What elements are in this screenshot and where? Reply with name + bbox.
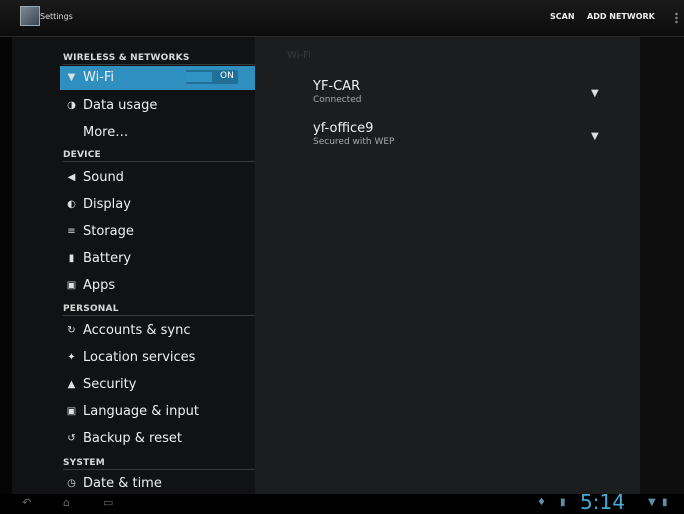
wifi-signal-locked-icon: ▼ — [591, 131, 599, 142]
storage-icon: ≡ — [67, 226, 76, 237]
brightness-icon: ◐ — [67, 199, 76, 210]
data-usage-icon: ◑ — [67, 100, 76, 111]
sidebar-item-accounts-sync[interactable]: ↻ Accounts & sync — [60, 319, 255, 343]
sidebar-item-data-usage[interactable]: ◑ Data usage — [60, 94, 255, 118]
sidebar-item-location-services[interactable]: ✦ Location services — [60, 346, 255, 370]
wifi-status-icon: ▼ — [648, 497, 656, 508]
sidebar-item-more[interactable]: More… — [60, 121, 255, 145]
sidebar-item-label: Storage — [83, 224, 134, 239]
sidebar-item-label: More… — [83, 125, 129, 140]
category-divider — [63, 161, 255, 162]
recent-apps-icon[interactable]: ▭ — [103, 497, 113, 509]
network-ssid: YF-CAR — [313, 79, 361, 94]
home-icon[interactable]: ⌂ — [63, 497, 70, 509]
category-device: DEVICE — [63, 150, 101, 160]
app-title: Settings — [40, 12, 73, 21]
sidebar-item-label: Language & input — [83, 404, 199, 419]
network-ssid: yf-office9 — [313, 121, 374, 136]
network-item-yf-car[interactable]: YF-CAR Connected — [313, 79, 361, 105]
category-system: SYSTEM — [63, 458, 105, 468]
clock: 5:14 — [580, 490, 625, 514]
apps-icon: ▣ — [66, 280, 77, 291]
sidebar-edge — [0, 37, 12, 494]
category-personal: PERSONAL — [63, 304, 119, 314]
battery-status-icon: ▮ — [662, 497, 668, 508]
sidebar-item-label: Apps — [83, 278, 116, 293]
battery-icon: ▮ — [68, 253, 75, 264]
keyboard-icon: ▣ — [66, 406, 77, 417]
settings-app-icon[interactable] — [20, 6, 40, 26]
sidebar-item-backup-reset[interactable]: ↺ Backup & reset — [60, 427, 255, 451]
wifi-toggle-switch[interactable]: ON — [186, 70, 238, 84]
sidebar-item-label: Data usage — [83, 98, 158, 113]
category-wireless-networks: WIRELESS & NETWORKS — [63, 53, 190, 63]
sidebar-item-security[interactable]: ▲ Security — [60, 373, 255, 397]
sidebar-item-label: Wi-Fi — [83, 70, 115, 85]
clock-icon: ◷ — [67, 478, 76, 489]
sidebar-item-label: Display — [83, 197, 131, 212]
wifi-networks-pane — [255, 37, 640, 494]
pane-margin — [640, 37, 684, 494]
sidebar-item-label: Accounts & sync — [83, 323, 191, 338]
usb-icon: ♦ — [537, 497, 546, 508]
sidebar-item-label: Sound — [83, 170, 124, 185]
action-bar: Settings SCAN ADD NETWORK — [0, 0, 684, 37]
notification-icon: ▮ — [560, 497, 566, 508]
sidebar-item-date-time[interactable]: ◷ Date & time — [60, 472, 255, 494]
sidebar-item-label: Date & time — [83, 476, 162, 491]
category-divider — [63, 315, 255, 316]
category-divider — [63, 469, 255, 470]
add-network-button[interactable]: ADD NETWORK — [587, 12, 655, 21]
wifi-icon: ▼ — [67, 72, 76, 83]
overflow-menu-icon[interactable] — [675, 12, 678, 24]
speaker-icon: ◀ — [67, 172, 76, 183]
sync-icon: ↻ — [67, 325, 76, 336]
toggle-knob — [186, 72, 212, 82]
pane-title: Wi-Fi — [287, 50, 311, 61]
wifi-signal-icon: ▼ — [591, 88, 599, 99]
network-status: Connected — [313, 95, 362, 105]
scan-button[interactable]: SCAN — [550, 12, 575, 21]
sidebar-item-label: Backup & reset — [83, 431, 182, 446]
toggle-state-label: ON — [220, 71, 234, 81]
sidebar-item-label: Location services — [83, 350, 196, 365]
sidebar-item-battery[interactable]: ▮ Battery — [60, 247, 255, 271]
sidebar-item-storage[interactable]: ≡ Storage — [60, 220, 255, 244]
network-status: Secured with WEP — [313, 137, 395, 147]
sidebar-item-apps[interactable]: ▣ Apps — [60, 274, 255, 298]
sidebar-item-language-input[interactable]: ▣ Language & input — [60, 400, 255, 424]
sidebar-item-sound[interactable]: ◀ Sound — [60, 166, 255, 190]
category-divider — [63, 64, 255, 65]
network-item-yf-office9[interactable]: yf-office9 Secured with WEP — [313, 121, 394, 147]
sidebar-item-display[interactable]: ◐ Display — [60, 193, 255, 217]
location-icon: ✦ — [67, 352, 76, 363]
sidebar-item-label: Battery — [83, 251, 132, 266]
lock-icon: ▲ — [67, 379, 76, 390]
backup-icon: ↺ — [67, 433, 76, 444]
back-icon[interactable]: ↶ — [22, 497, 31, 509]
sidebar-item-label: Security — [83, 377, 137, 392]
